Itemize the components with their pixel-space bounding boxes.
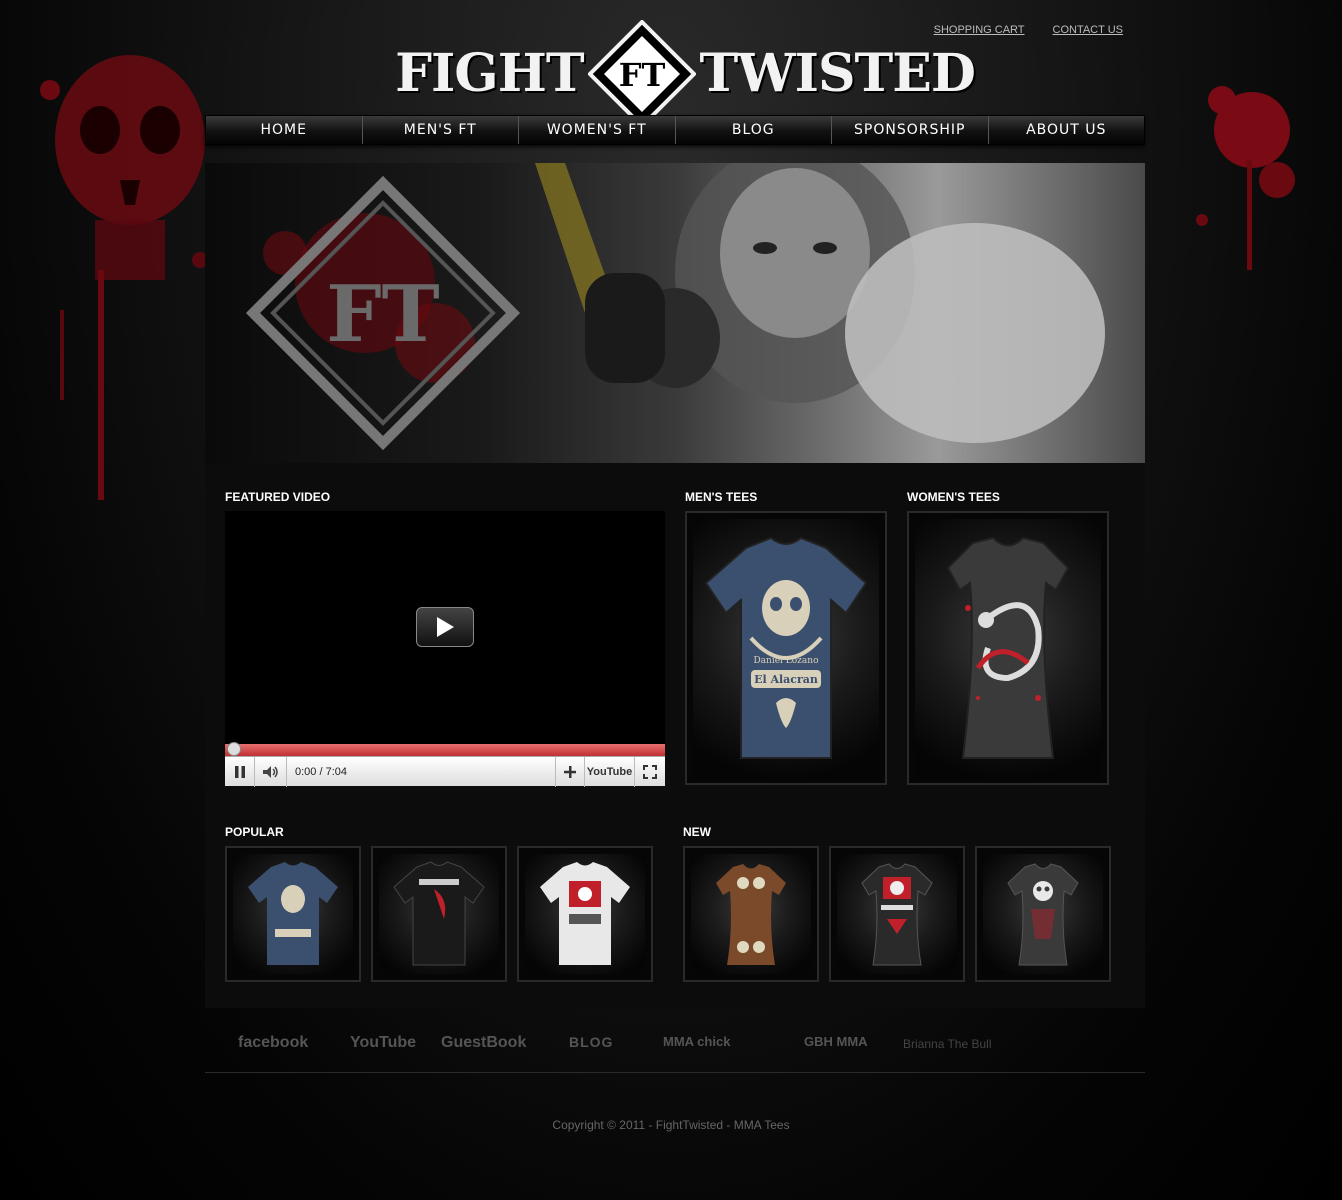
play-button[interactable] — [416, 607, 474, 647]
nav-mens-ft[interactable]: MEN'S FT — [363, 116, 519, 144]
brianna-the-bull-link[interactable]: Brianna The Bull — [903, 1037, 992, 1051]
video-progress-bar[interactable] — [225, 742, 665, 756]
womens-tees-title: WOMEN'S TEES — [907, 490, 1000, 504]
new-title: NEW — [683, 825, 711, 839]
hero-banner: FT — [205, 163, 1145, 463]
mens-tee-image: Daniel Lozano El Alacran — [693, 519, 879, 777]
gbh-mma-link[interactable]: GBH MMA — [804, 1034, 868, 1049]
new-item-3-image — [983, 854, 1103, 974]
blood-splatter-decoration — [1196, 86, 1295, 270]
site-logo[interactable]: FIGHT FT TWISTED — [395, 19, 976, 129]
pause-button[interactable] — [225, 756, 255, 787]
top-links: SHOPPING CART CONTACT US — [934, 24, 1123, 36]
new-item-1-image — [691, 854, 811, 974]
logo-diamond-icon: FT — [586, 19, 697, 129]
play-icon — [437, 617, 454, 637]
nav-about-us[interactable]: ABOUT US — [989, 116, 1145, 144]
popular-item-1-image — [233, 854, 353, 974]
main-nav: HOME MEN'S FT WOMEN'S FT BLOG SPONSORSHI… — [205, 115, 1145, 145]
nav-womens-ft[interactable]: WOMEN'S FT — [519, 116, 676, 144]
skull-splatter-decoration — [40, 55, 208, 500]
tshirt-icon — [540, 862, 630, 965]
nav-blog[interactable]: BLOG — [676, 116, 832, 144]
youtube-label: YouTube — [586, 765, 633, 778]
nav-home[interactable]: HOME — [206, 116, 363, 144]
mma-chick-link[interactable]: MMA chick — [663, 1034, 730, 1049]
tshirt-icon — [393, 861, 485, 966]
womens-tee-image — [915, 519, 1101, 777]
logo-word-twisted: TWISTED — [699, 43, 976, 104]
copyright-text: Copyright © 2011 - FightTwisted - MMA Te… — [552, 1118, 790, 1132]
plus-icon — [564, 765, 576, 778]
add-to-button[interactable] — [555, 756, 585, 787]
facebook-link[interactable]: facebook — [238, 1034, 308, 1052]
logo-word-fight: FIGHT — [395, 43, 584, 104]
tshirt-icon — [248, 862, 338, 965]
contact-us-link[interactable]: CONTACT US — [1053, 24, 1124, 36]
mens-tees-title: MEN'S TEES — [685, 490, 758, 504]
mens-shirt-subtext: Daniel Lozano — [753, 656, 818, 666]
footer-divider — [205, 1072, 1145, 1073]
popular-item-2[interactable] — [371, 846, 507, 982]
mens-tee-feature[interactable]: Daniel Lozano El Alacran — [685, 511, 887, 785]
fullscreen-button[interactable] — [635, 757, 665, 787]
new-item-1[interactable] — [683, 846, 819, 982]
new-item-3[interactable] — [975, 846, 1111, 982]
video-player[interactable]: 0:00 / 7:04 YouTube — [225, 511, 665, 787]
volume-button[interactable] — [255, 756, 287, 787]
video-time: 0:00 / 7:04 — [295, 765, 347, 778]
youtube-logo-button[interactable]: YouTube — [585, 756, 635, 787]
pause-icon — [234, 765, 245, 778]
womens-tshirt-icon — [1007, 863, 1079, 966]
popular-item-3[interactable] — [517, 846, 653, 982]
womens-tshirt-icon — [716, 864, 786, 965]
popular-title: POPULAR — [225, 825, 284, 839]
nav-sponsorship[interactable]: SPONSORSHIP — [832, 116, 989, 144]
blog-link[interactable]: BLOG — [569, 1034, 613, 1050]
womens-tshirt-icon — [946, 536, 1070, 759]
progress-scrubber[interactable] — [227, 742, 241, 756]
popular-item-2-image — [379, 854, 499, 974]
volume-icon — [262, 765, 278, 778]
fullscreen-icon — [643, 764, 657, 779]
new-item-2[interactable] — [829, 846, 965, 982]
video-controls: 0:00 / 7:04 YouTube — [225, 756, 665, 787]
featured-video-title: FEATURED VIDEO — [225, 490, 331, 504]
guestbook-link[interactable]: GuestBook — [441, 1034, 526, 1052]
new-item-2-image — [837, 854, 957, 974]
mens-shirt-text: El Alacran — [754, 673, 818, 686]
popular-item-1[interactable] — [225, 846, 361, 982]
shopping-cart-link[interactable]: SHOPPING CART — [934, 24, 1025, 36]
hero-artwork: FT — [245, 163, 1105, 451]
svg-text:FT: FT — [618, 56, 665, 94]
popular-item-3-image — [525, 854, 645, 974]
tshirt-icon: Daniel Lozano El Alacran — [704, 536, 868, 759]
youtube-link[interactable]: YouTube — [350, 1034, 416, 1052]
svg-text:FT: FT — [326, 269, 439, 360]
womens-tee-feature[interactable] — [907, 511, 1109, 785]
womens-tshirt-icon — [861, 863, 933, 966]
